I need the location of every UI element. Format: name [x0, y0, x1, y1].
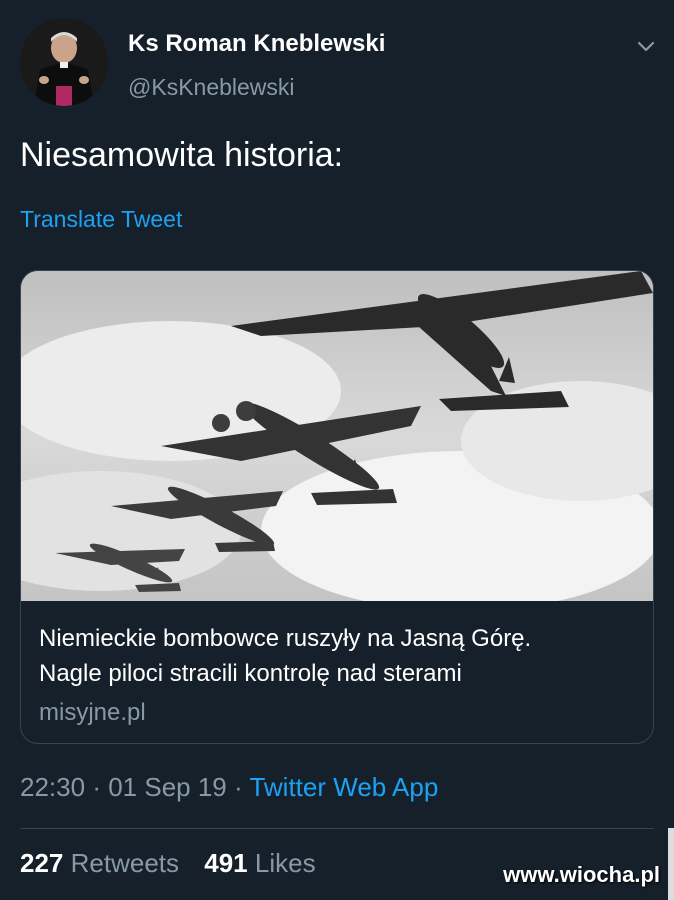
- tweet-time[interactable]: 22:30: [20, 772, 85, 802]
- card-title: Niemieckie bombowce ruszyły na Jasną Gór…: [39, 621, 639, 691]
- meta-separator: ·: [92, 772, 101, 802]
- likes-count: 491: [204, 848, 248, 878]
- card-domain: misyjne.pl: [39, 699, 146, 726]
- author-handle[interactable]: @KsKneblewski: [128, 74, 295, 101]
- scrollbar[interactable]: [668, 828, 674, 900]
- tweet-date[interactable]: 01 Sep 19: [108, 772, 227, 802]
- author-name[interactable]: Ks Roman Kneblewski: [128, 30, 385, 58]
- card-title-line-2: Nagle piloci stracili kontrolę nad stera…: [39, 660, 462, 687]
- retweets-label: Retweets: [70, 848, 180, 878]
- card-image: [21, 271, 653, 611]
- chevron-down-icon[interactable]: [632, 32, 660, 60]
- retweets-stat[interactable]: 227 Retweets: [20, 848, 179, 878]
- link-card[interactable]: Niemieckie bombowce ruszyły na Jasną Gór…: [20, 270, 654, 744]
- translate-tweet-link[interactable]: Translate Tweet: [20, 206, 182, 233]
- divider: [20, 828, 654, 829]
- tweet-meta: 22:30 · 01 Sep 19 · Twitter Web App: [20, 772, 438, 803]
- avatar-image: [20, 18, 108, 106]
- likes-stat[interactable]: 491 Likes: [204, 848, 315, 878]
- avatar[interactable]: [20, 18, 108, 106]
- source-app-link[interactable]: Twitter Web App: [249, 772, 438, 802]
- tweet-text: Niesamowita historia:: [20, 136, 344, 174]
- watermark: www.wiocha.pl: [503, 862, 660, 887]
- likes-label: Likes: [254, 848, 316, 878]
- card-title-line-1: Niemieckie bombowce ruszyły na Jasną Gór…: [39, 625, 532, 652]
- retweets-count: 227: [20, 848, 64, 878]
- tweet-stats: 227 Retweets 491 Likes: [20, 848, 316, 879]
- tweet-header: Ks Roman Kneblewski @KsKneblewski: [20, 18, 660, 108]
- meta-separator: ·: [234, 772, 243, 802]
